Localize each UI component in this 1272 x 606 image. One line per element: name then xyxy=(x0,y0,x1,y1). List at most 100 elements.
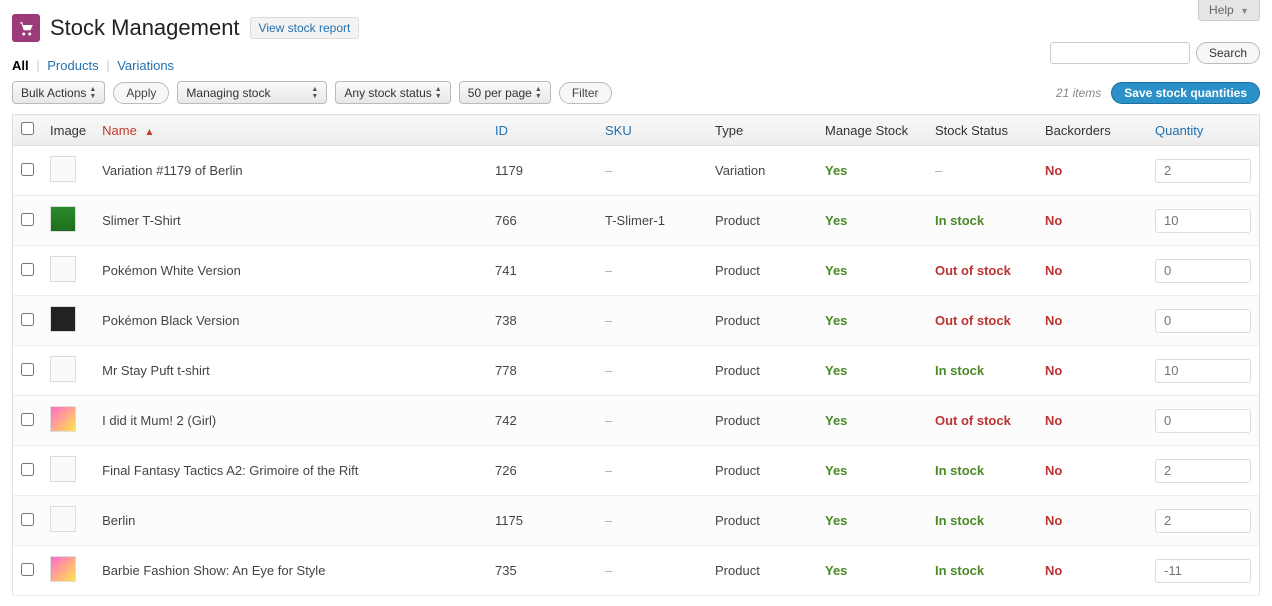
apply-button[interactable]: Apply xyxy=(113,82,169,104)
product-thumbnail xyxy=(50,456,76,482)
status-outofstock: Out of stock xyxy=(935,413,1011,428)
stepper-icon: ▲▼ xyxy=(535,83,547,102)
status-instock: In stock xyxy=(935,463,984,478)
row-checkbox[interactable] xyxy=(21,263,34,276)
manage-stock: Yes xyxy=(817,296,927,346)
col-quantity[interactable]: Quantity xyxy=(1147,115,1260,146)
product-id: 1179 xyxy=(487,146,597,196)
col-image: Image xyxy=(42,115,94,146)
product-id: 742 xyxy=(487,396,597,446)
help-tab[interactable]: Help ▼ xyxy=(1198,0,1260,21)
manage-stock: Yes xyxy=(817,346,927,396)
row-checkbox[interactable] xyxy=(21,563,34,576)
manage-stock: Yes xyxy=(817,546,927,596)
item-count: 21 items xyxy=(1056,86,1101,100)
stock-filter-select[interactable]: Managing stock ▲▼ xyxy=(177,81,327,104)
product-thumbnail xyxy=(50,506,76,532)
search-input[interactable] xyxy=(1050,42,1190,64)
help-label: Help xyxy=(1209,3,1234,17)
quantity-input[interactable] xyxy=(1155,459,1251,483)
stock-status: In stock xyxy=(927,546,1037,596)
quantity-input[interactable] xyxy=(1155,509,1251,533)
product-thumbnail xyxy=(50,256,76,282)
table-row: Pokémon White Version741–ProductYesOut o… xyxy=(13,246,1260,296)
stock-status: In stock xyxy=(927,496,1037,546)
table-row: Berlin1175–ProductYesIn stockNo xyxy=(13,496,1260,546)
backorders: No xyxy=(1037,146,1147,196)
product-thumbnail xyxy=(50,356,76,382)
per-page-select[interactable]: 50 per page ▲▼ xyxy=(459,81,551,104)
manage-stock: Yes xyxy=(817,396,927,446)
backorders: No xyxy=(1037,396,1147,446)
product-sku: – xyxy=(597,396,707,446)
search-button[interactable]: Search xyxy=(1196,42,1260,64)
stock-status: Out of stock xyxy=(927,296,1037,346)
col-id[interactable]: ID xyxy=(487,115,597,146)
backorders: No xyxy=(1037,346,1147,396)
backorders: No xyxy=(1037,496,1147,546)
product-name: Mr Stay Puft t-shirt xyxy=(94,346,487,396)
product-sku: – xyxy=(597,496,707,546)
manage-stock: Yes xyxy=(817,446,927,496)
product-type: Product xyxy=(707,396,817,446)
product-sku: – xyxy=(597,246,707,296)
product-type: Product xyxy=(707,446,817,496)
product-type: Product xyxy=(707,346,817,396)
stock-status: Out of stock xyxy=(927,396,1037,446)
per-page-label: 50 per page xyxy=(468,86,532,100)
row-checkbox[interactable] xyxy=(21,163,34,176)
status-instock: In stock xyxy=(935,563,984,578)
quantity-input[interactable] xyxy=(1155,359,1251,383)
filter-button[interactable]: Filter xyxy=(559,82,612,104)
table-row: Slimer T-Shirt766T-Slimer-1ProductYesIn … xyxy=(13,196,1260,246)
table-row: Variation #1179 of Berlin1179–VariationY… xyxy=(13,146,1260,196)
quantity-input[interactable] xyxy=(1155,159,1251,183)
manage-stock: Yes xyxy=(817,196,927,246)
col-sku[interactable]: SKU xyxy=(597,115,707,146)
view-report-link[interactable]: View stock report xyxy=(250,17,360,39)
backorders: No xyxy=(1037,296,1147,346)
product-id: 741 xyxy=(487,246,597,296)
product-name: I did it Mum! 2 (Girl) xyxy=(94,396,487,446)
status-filter-select[interactable]: Any stock status ▲▼ xyxy=(335,81,450,104)
quantity-input[interactable] xyxy=(1155,559,1251,583)
product-name: Final Fantasy Tactics A2: Grimoire of th… xyxy=(94,446,487,496)
product-type: Product xyxy=(707,546,817,596)
product-id: 738 xyxy=(487,296,597,346)
status-instock: In stock xyxy=(935,363,984,378)
sort-asc-icon: ▲ xyxy=(144,127,154,138)
product-name: Variation #1179 of Berlin xyxy=(94,146,487,196)
row-checkbox[interactable] xyxy=(21,463,34,476)
stock-status: In stock xyxy=(927,346,1037,396)
quantity-input[interactable] xyxy=(1155,309,1251,333)
bulk-actions-select[interactable]: Bulk Actions ▲▼ xyxy=(12,81,105,104)
save-button[interactable]: Save stock quantities xyxy=(1111,82,1260,104)
product-type: Product xyxy=(707,196,817,246)
status-instock: In stock xyxy=(935,213,984,228)
stepper-icon: ▲▼ xyxy=(435,83,447,102)
quantity-input[interactable] xyxy=(1155,259,1251,283)
quantity-input[interactable] xyxy=(1155,409,1251,433)
chevron-down-icon: ▼ xyxy=(1240,6,1249,16)
stock-status: In stock xyxy=(927,196,1037,246)
filter-all[interactable]: All xyxy=(12,58,29,73)
bulk-actions-label: Bulk Actions xyxy=(21,86,86,100)
filter-products[interactable]: Products xyxy=(47,58,98,73)
filter-variations[interactable]: Variations xyxy=(117,58,174,73)
product-sku: – xyxy=(597,546,707,596)
row-checkbox[interactable] xyxy=(21,513,34,526)
row-checkbox[interactable] xyxy=(21,213,34,226)
product-sku: – xyxy=(597,346,707,396)
select-all-checkbox[interactable] xyxy=(21,122,34,135)
col-status: Stock Status xyxy=(927,115,1037,146)
row-checkbox[interactable] xyxy=(21,313,34,326)
stock-status: – xyxy=(927,146,1037,196)
quantity-input[interactable] xyxy=(1155,209,1251,233)
row-checkbox[interactable] xyxy=(21,413,34,426)
col-name[interactable]: Name ▲ xyxy=(94,115,487,146)
manage-stock: Yes xyxy=(817,146,927,196)
stock-table: Image Name ▲ ID SKU Type Manage Stock St… xyxy=(12,114,1260,596)
row-checkbox[interactable] xyxy=(21,363,34,376)
product-type: Product xyxy=(707,296,817,346)
manage-stock: Yes xyxy=(817,246,927,296)
